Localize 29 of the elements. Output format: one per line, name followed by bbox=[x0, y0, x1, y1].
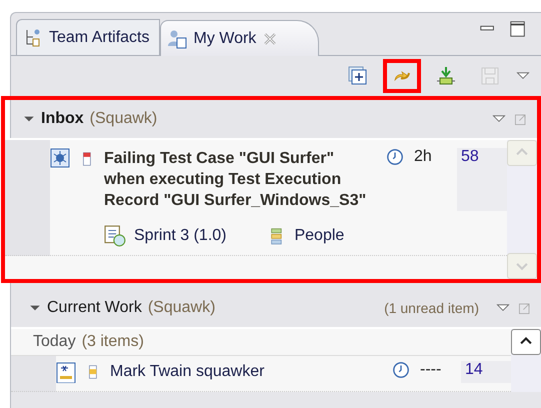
category-label: People bbox=[294, 227, 344, 245]
clock-icon bbox=[392, 361, 410, 379]
section-scope: (Squawk) bbox=[148, 299, 216, 317]
task-icon bbox=[56, 361, 76, 383]
work-item-id: 58 bbox=[457, 148, 507, 211]
view-tab[interactable]: Team Artifacts bbox=[16, 19, 160, 55]
unread-count: (1 unread item) bbox=[384, 300, 479, 316]
work-item-id: 14 bbox=[461, 361, 511, 383]
group-count: (3 items) bbox=[82, 333, 144, 351]
work-item-title[interactable]: Failing Test Case "GUI Surfer" when executing Test Execution Record "GUI Surfer_Windows_S3" bbox=[104, 148, 374, 211]
add-icon bbox=[348, 66, 368, 86]
bug-icon bbox=[50, 148, 70, 168]
group-label: Today bbox=[33, 333, 76, 351]
section-title: Inbox bbox=[41, 110, 84, 128]
download-icon bbox=[436, 66, 456, 86]
close-icon[interactable] bbox=[262, 30, 278, 46]
person-form-icon bbox=[167, 28, 188, 48]
plan-label: Sprint 3 (1.0) bbox=[134, 227, 226, 245]
plan-refresh-icon bbox=[104, 225, 126, 247]
section-scope: (Squawk) bbox=[90, 110, 158, 128]
view-tab[interactable]: My Work bbox=[160, 20, 320, 56]
time-estimate: ---- bbox=[420, 361, 442, 379]
work-item-title[interactable]: Mark Twain squawker bbox=[110, 361, 380, 383]
time-estimate: 2h bbox=[414, 148, 432, 166]
maximize-icon[interactable] bbox=[509, 20, 527, 38]
section-title: Current Work bbox=[47, 299, 142, 317]
scrollbar[interactable] bbox=[511, 329, 541, 392]
toolbar-button[interactable] bbox=[383, 59, 421, 93]
clock-icon bbox=[386, 148, 404, 166]
